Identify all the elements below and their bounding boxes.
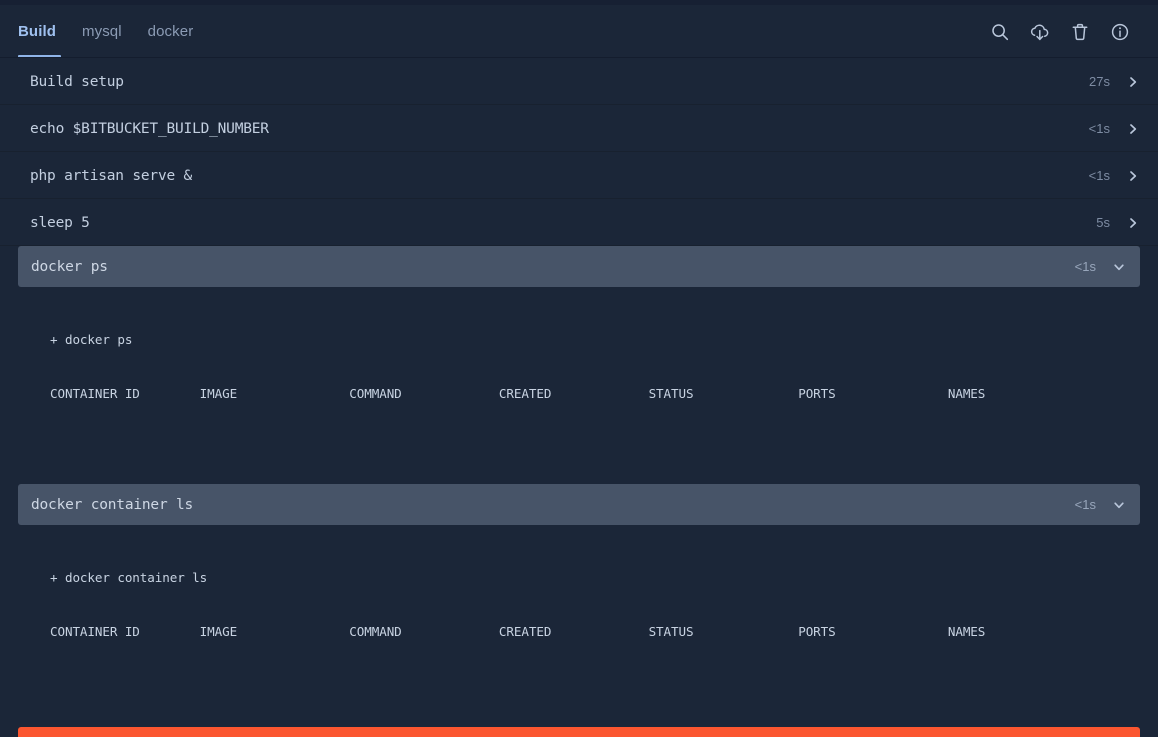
log-output-spacer bbox=[0, 439, 1158, 484]
tab-list: Build mysql docker bbox=[16, 5, 206, 58]
tab-build[interactable]: Build bbox=[16, 5, 69, 58]
log-step-docker-container-ls[interactable]: docker container ls <1s bbox=[18, 484, 1140, 525]
tab-docker-label: docker bbox=[147, 23, 194, 40]
log-step-duration: <1s bbox=[1088, 168, 1110, 183]
log-output-docker-ps: + docker ps CONTAINER ID IMAGE COMMAND C… bbox=[0, 287, 1158, 439]
tab-mysql-label: mysql bbox=[82, 23, 122, 40]
tab-bar: Build mysql docker bbox=[0, 5, 1158, 58]
tab-mysql[interactable]: mysql bbox=[69, 5, 135, 58]
log-step-duration: <1s bbox=[1074, 497, 1096, 512]
trash-icon[interactable] bbox=[1067, 19, 1093, 45]
toolbar bbox=[987, 5, 1142, 58]
log-step-label: docker ps bbox=[31, 258, 108, 275]
log-output-line: CONTAINER ID IMAGE COMMAND CREATED STATU… bbox=[50, 386, 986, 401]
search-icon[interactable] bbox=[987, 19, 1013, 45]
log-step-meta: 27s bbox=[1084, 74, 1140, 89]
chevron-down-icon[interactable] bbox=[1112, 260, 1126, 274]
log-step-meta: <1s bbox=[1070, 259, 1126, 274]
log-step-duration: <1s bbox=[1074, 259, 1096, 274]
chevron-right-icon[interactable] bbox=[1126, 169, 1140, 183]
log-step-label: Build setup bbox=[30, 73, 124, 90]
log-step-duration: <1s bbox=[1088, 121, 1110, 136]
log-output-docker-container-ls: + docker container ls CONTAINER ID IMAGE… bbox=[0, 525, 1158, 677]
log-step-duration: 27s bbox=[1089, 74, 1110, 89]
cloud-download-icon[interactable] bbox=[1027, 19, 1053, 45]
build-log-list: Build setup 27s echo $BITBUCKET_BUILD_NU… bbox=[0, 58, 1158, 737]
chevron-down-icon[interactable] bbox=[1112, 498, 1126, 512]
log-step-meta: <1s bbox=[1084, 121, 1140, 136]
info-icon[interactable] bbox=[1107, 19, 1133, 45]
log-output-line: CONTAINER ID IMAGE COMMAND CREATED STATU… bbox=[50, 624, 986, 639]
tab-build-label: Build bbox=[18, 23, 56, 40]
log-step-docker-ps[interactable]: docker ps <1s bbox=[18, 246, 1140, 287]
log-step-php-artisan-serve[interactable]: php artisan serve & <1s bbox=[0, 152, 1158, 199]
log-step-label: docker container ls bbox=[31, 496, 194, 513]
log-output-line: + docker container ls bbox=[50, 570, 208, 585]
chevron-right-icon[interactable] bbox=[1126, 122, 1140, 136]
log-step-label: echo $BITBUCKET_BUILD_NUMBER bbox=[30, 120, 269, 137]
log-step-sleep-5[interactable]: sleep 5 5s bbox=[0, 199, 1158, 246]
log-output-line: + docker ps bbox=[50, 332, 133, 347]
log-step-meta: <1s bbox=[1084, 168, 1140, 183]
log-step-meta: <1s bbox=[1070, 497, 1126, 512]
tab-docker[interactable]: docker bbox=[135, 5, 207, 58]
log-output-spacer bbox=[0, 677, 1158, 727]
log-step-echo-build-number[interactable]: echo $BITBUCKET_BUILD_NUMBER <1s bbox=[0, 105, 1158, 152]
chevron-right-icon[interactable] bbox=[1126, 75, 1140, 89]
log-step-duration: 5s bbox=[1096, 215, 1110, 230]
log-step-build-setup[interactable]: Build setup 27s bbox=[0, 58, 1158, 105]
log-step-label: php artisan serve & bbox=[30, 167, 193, 184]
log-step-meta: 5s bbox=[1084, 215, 1140, 230]
log-step-mysql-import[interactable]: mysql -h 127.0.0.1 -u $DB_USERNAME -p$DB… bbox=[18, 727, 1140, 737]
log-step-label: sleep 5 bbox=[30, 214, 90, 231]
chevron-right-icon[interactable] bbox=[1126, 216, 1140, 230]
